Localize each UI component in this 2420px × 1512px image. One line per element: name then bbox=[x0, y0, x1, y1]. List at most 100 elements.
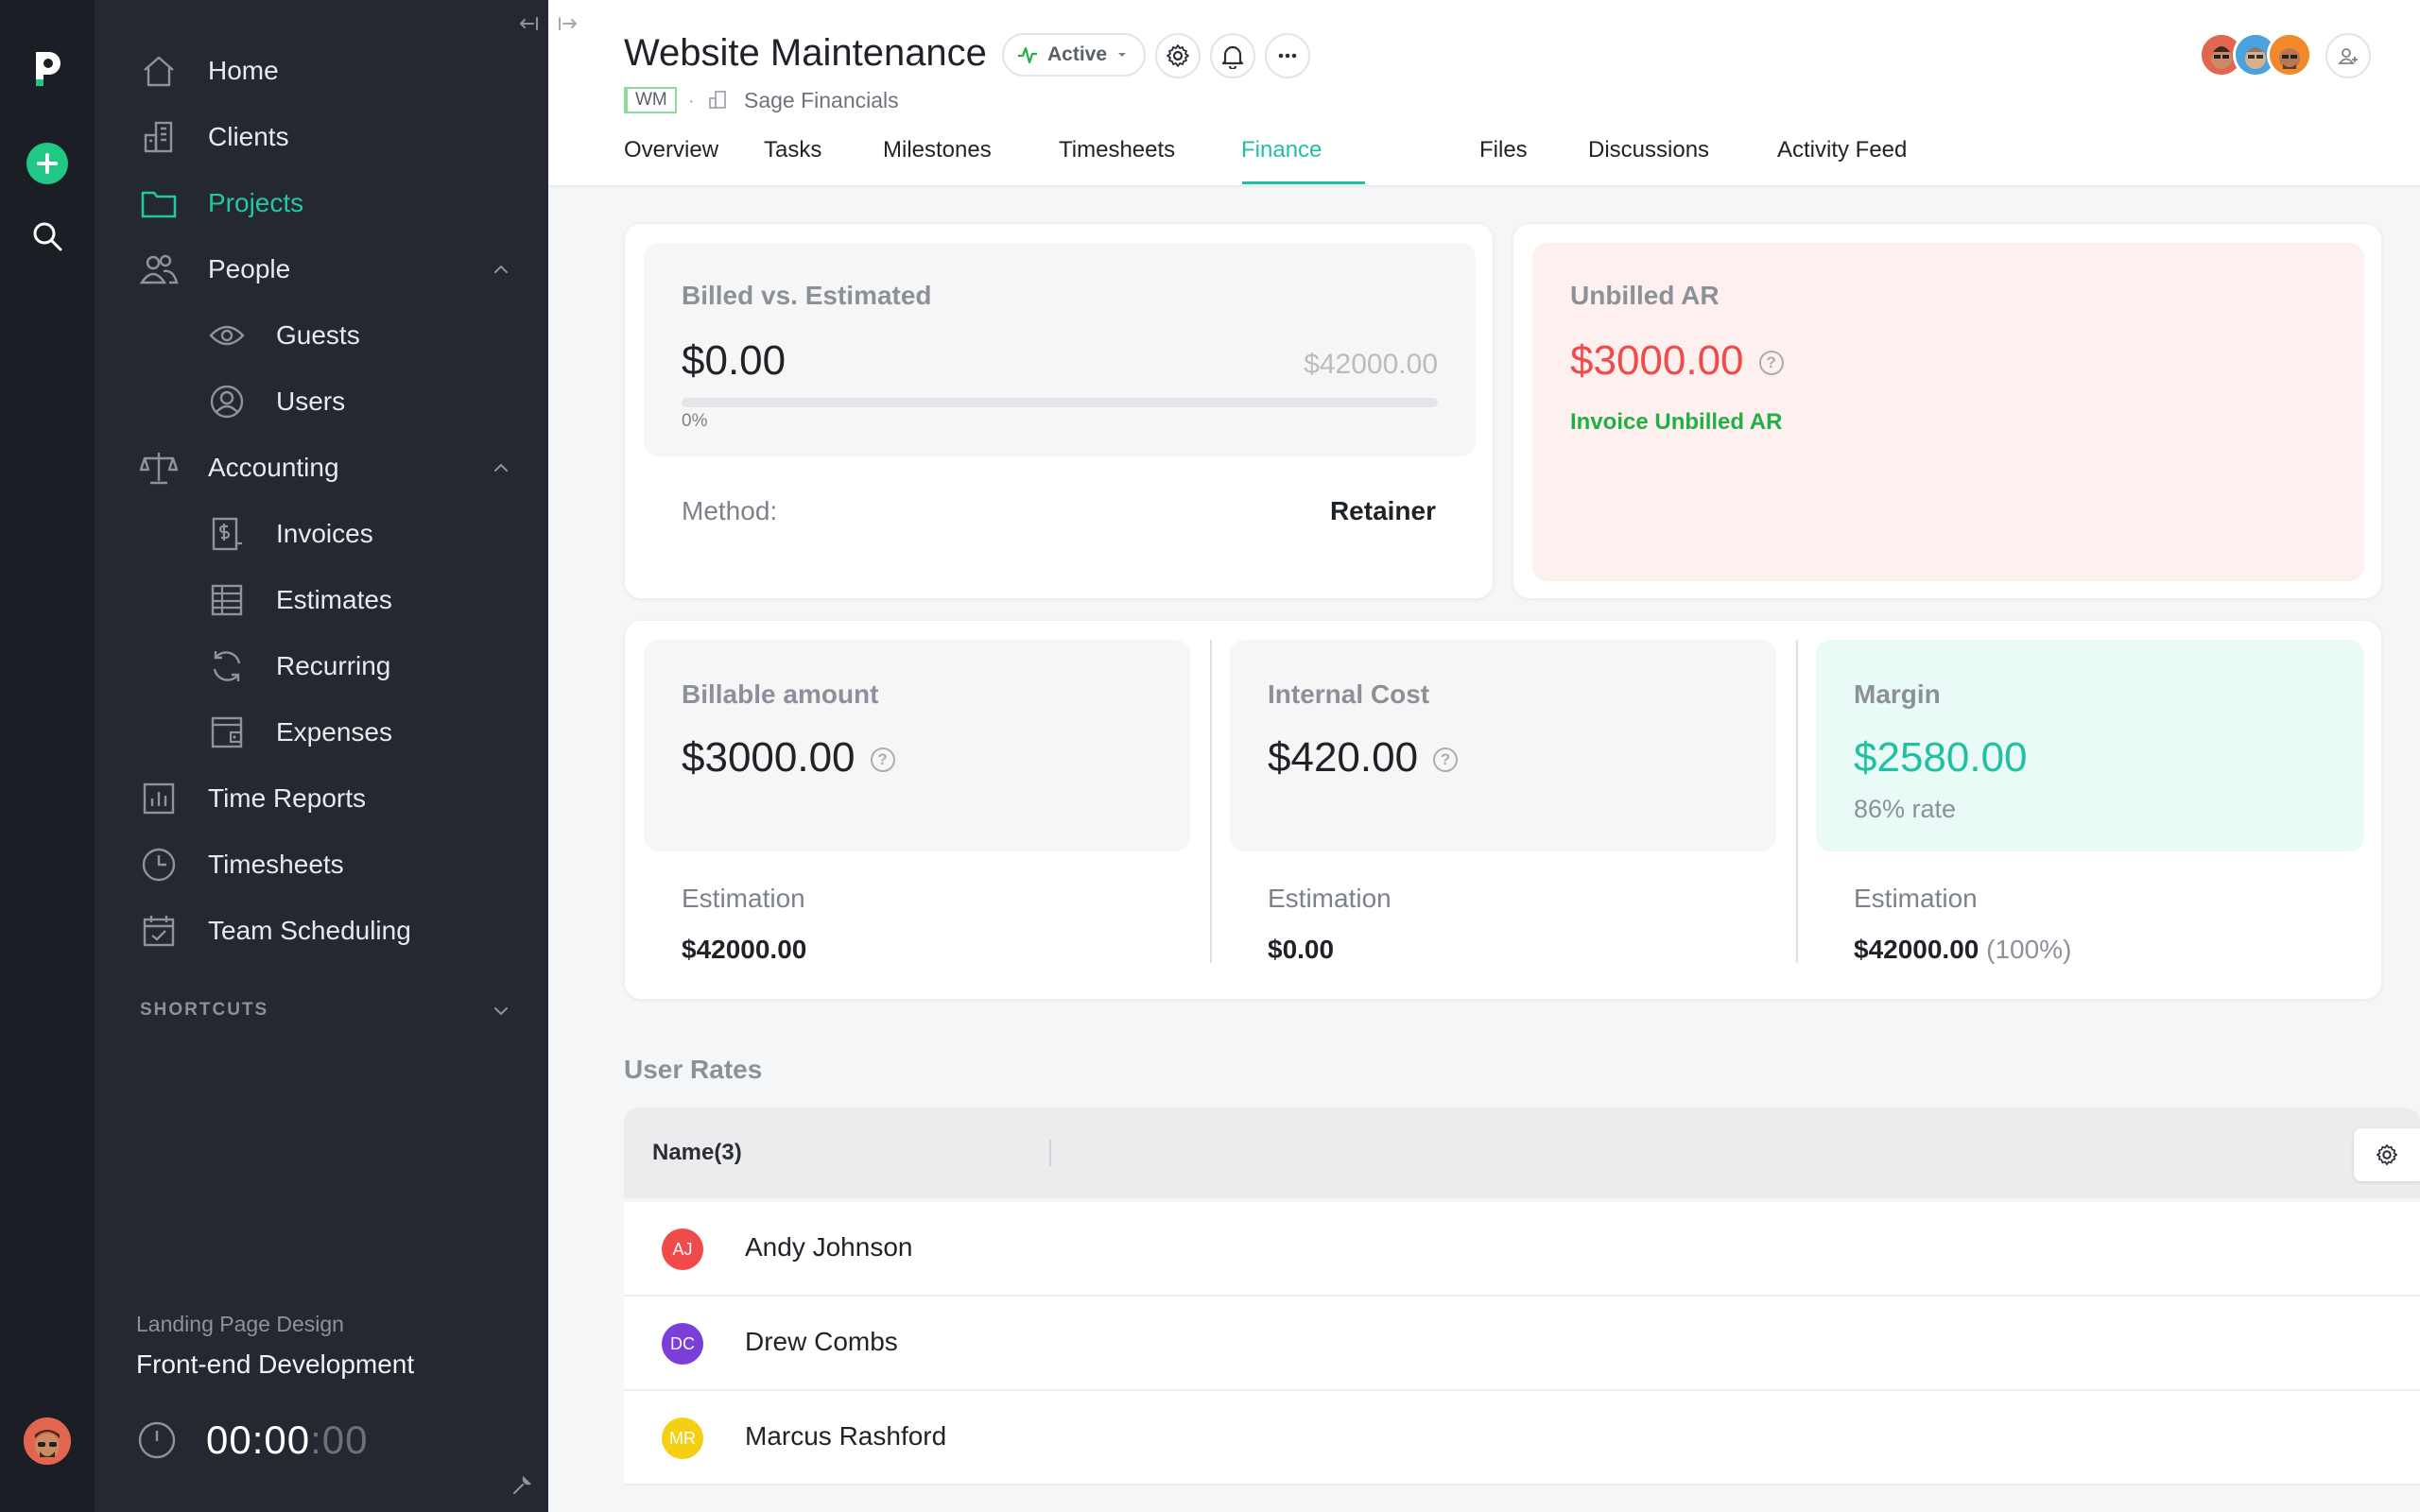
sidebar-item-users[interactable]: Users bbox=[95, 373, 548, 430]
sidebar-item-label: Timesheets bbox=[208, 850, 344, 879]
invoice-unbilled-link[interactable]: Invoice Unbilled AR bbox=[1570, 409, 1782, 436]
tab-tasks[interactable]: Tasks bbox=[764, 137, 821, 186]
method-value: Retainer bbox=[1329, 496, 1436, 525]
help-icon[interactable]: ? bbox=[1433, 747, 1459, 773]
sidebar-item-projects[interactable]: Projects bbox=[95, 175, 548, 232]
tab-finance[interactable]: Finance bbox=[1241, 137, 1322, 186]
tab-timesheets[interactable]: Timesheets bbox=[1059, 137, 1175, 186]
column-name-header[interactable]: Name(3) bbox=[652, 1140, 742, 1166]
sidebar-item-people[interactable]: People bbox=[95, 241, 548, 298]
help-icon[interactable]: ? bbox=[1758, 351, 1784, 376]
app-rail bbox=[0, 0, 95, 1512]
wrench-icon[interactable] bbox=[510, 1474, 533, 1497]
project-members[interactable] bbox=[2199, 32, 2312, 79]
sidebar-item-team-scheduling[interactable]: Team Scheduling bbox=[95, 902, 548, 959]
sidebar-item-home[interactable]: Home bbox=[95, 43, 548, 99]
folder-icon bbox=[138, 182, 180, 224]
more-options-button[interactable] bbox=[1265, 33, 1310, 78]
table-row[interactable]: DC Drew Combs bbox=[624, 1297, 2420, 1391]
tab-discussions[interactable]: Discussions bbox=[1588, 137, 1709, 186]
billed-progress-bar bbox=[682, 398, 1438, 407]
timer-clock-icon[interactable] bbox=[136, 1419, 178, 1461]
caret-down-icon bbox=[1118, 53, 1127, 57]
separator-dot: · bbox=[688, 91, 695, 112]
user-avatar: DC bbox=[662, 1323, 703, 1365]
sidebar-item-estimates[interactable]: Estimates bbox=[95, 572, 548, 628]
billable-estimation-value: $42000.00 bbox=[682, 935, 807, 964]
sidebar-item-expenses[interactable]: Expenses bbox=[95, 704, 548, 761]
tab-activity-feed[interactable]: Activity Feed bbox=[1777, 137, 1907, 186]
client-link[interactable]: Sage Financials bbox=[744, 88, 899, 113]
user-avatar: MR bbox=[662, 1418, 703, 1459]
timer-task[interactable]: Front-end Development bbox=[136, 1349, 414, 1380]
gear-icon bbox=[1167, 44, 1189, 67]
billed-panel: Billed vs. Estimated $0.00 $42000.00 0% bbox=[644, 243, 1476, 456]
shortcuts-section[interactable]: SHORTCUTS bbox=[140, 1000, 518, 1022]
bell-icon bbox=[1221, 45, 1244, 69]
user-name[interactable]: Marcus Rashford bbox=[745, 1421, 946, 1452]
sidebar-item-label: Users bbox=[276, 387, 346, 416]
status-label: Active bbox=[1047, 43, 1108, 65]
app-logo-icon[interactable] bbox=[24, 45, 71, 93]
sidebar-item-guests[interactable]: Guests bbox=[95, 307, 548, 364]
unbilled-value-row: $3000.00? bbox=[1570, 337, 1784, 385]
internal-cost-label: Internal Cost bbox=[1268, 679, 1430, 709]
timer-project[interactable]: Landing Page Design bbox=[136, 1312, 344, 1337]
notifications-button[interactable] bbox=[1210, 33, 1255, 78]
chevron-up-icon[interactable] bbox=[492, 260, 510, 279]
wallet-icon bbox=[206, 712, 248, 753]
tab-overview[interactable]: Overview bbox=[624, 137, 718, 186]
project-header: Website Maintenance Active WM · Sage Fin… bbox=[548, 0, 2420, 187]
margin-estimation-value: $42000.00 bbox=[1854, 935, 1979, 964]
tab-milestones[interactable]: Milestones bbox=[883, 137, 992, 186]
sidebar-item-invoices[interactable]: Invoices bbox=[95, 506, 548, 562]
margin-estimation-row: $42000.00 (100%) bbox=[1854, 935, 2071, 965]
invoice-icon bbox=[206, 513, 248, 555]
settings-button[interactable] bbox=[1155, 33, 1201, 78]
search-icon[interactable] bbox=[24, 213, 71, 260]
main-content: Website Maintenance Active WM · Sage Fin… bbox=[548, 0, 2420, 1512]
current-user-avatar[interactable] bbox=[24, 1418, 71, 1465]
sidebar-item-label: Team Scheduling bbox=[208, 916, 411, 945]
sidebar-item-label: Home bbox=[208, 56, 279, 85]
help-icon[interactable]: ? bbox=[870, 747, 895, 773]
sidebar-item-clients[interactable]: Clients bbox=[95, 109, 548, 165]
chevron-up-icon[interactable] bbox=[492, 458, 510, 477]
add-member-button[interactable] bbox=[2325, 33, 2371, 78]
sidebar-item-time-reports[interactable]: Time Reports bbox=[95, 770, 548, 827]
billed-percent: 0% bbox=[682, 411, 708, 431]
sidebar-item-recurring[interactable]: Recurring bbox=[95, 638, 548, 695]
timer-main: 00:00 bbox=[206, 1418, 311, 1462]
page-title: Website Maintenance bbox=[624, 32, 987, 74]
tab-files[interactable]: Files bbox=[1479, 137, 1528, 186]
sidebar-item-label: People bbox=[208, 254, 291, 284]
table-settings-button[interactable] bbox=[2354, 1128, 2420, 1181]
status-dropdown[interactable]: Active bbox=[1002, 33, 1146, 77]
internal-estimation-label: Estimation bbox=[1268, 884, 1392, 913]
column-resize-handle[interactable] bbox=[1049, 1140, 1051, 1166]
refresh-icon bbox=[206, 645, 248, 687]
sidebar-item-accounting[interactable]: Accounting bbox=[95, 439, 548, 496]
quick-add-button[interactable] bbox=[24, 140, 71, 187]
ellipsis-icon bbox=[1278, 53, 1297, 59]
chart-icon bbox=[138, 778, 180, 819]
user-name[interactable]: Andy Johnson bbox=[745, 1232, 912, 1263]
member-avatar[interactable] bbox=[2267, 32, 2312, 77]
eye-icon bbox=[206, 315, 248, 356]
plus-icon bbox=[26, 143, 68, 184]
chevron-down-icon[interactable] bbox=[492, 1002, 510, 1021]
table-row[interactable]: AJ Andy Johnson bbox=[624, 1202, 2420, 1297]
user-name[interactable]: Drew Combs bbox=[745, 1327, 898, 1357]
client-building-icon bbox=[709, 91, 726, 109]
internal-cost-value-row: $420.00? bbox=[1268, 734, 1459, 782]
expand-panel-icon[interactable] bbox=[548, 11, 586, 36]
billable-panel: Billable amount $3000.00? bbox=[644, 640, 1190, 851]
user-rates-title: User Rates bbox=[624, 1055, 763, 1084]
billable-label: Billable amount bbox=[682, 679, 879, 709]
collapse-sidebar-icon[interactable] bbox=[510, 11, 548, 36]
user-avatar: AJ bbox=[662, 1228, 703, 1270]
sidebar-item-timesheets[interactable]: Timesheets bbox=[95, 836, 548, 893]
table-row[interactable]: MR Marcus Rashford bbox=[624, 1391, 2420, 1486]
margin-rate: 86% rate bbox=[1854, 795, 1957, 823]
calendar-icon bbox=[138, 910, 180, 952]
